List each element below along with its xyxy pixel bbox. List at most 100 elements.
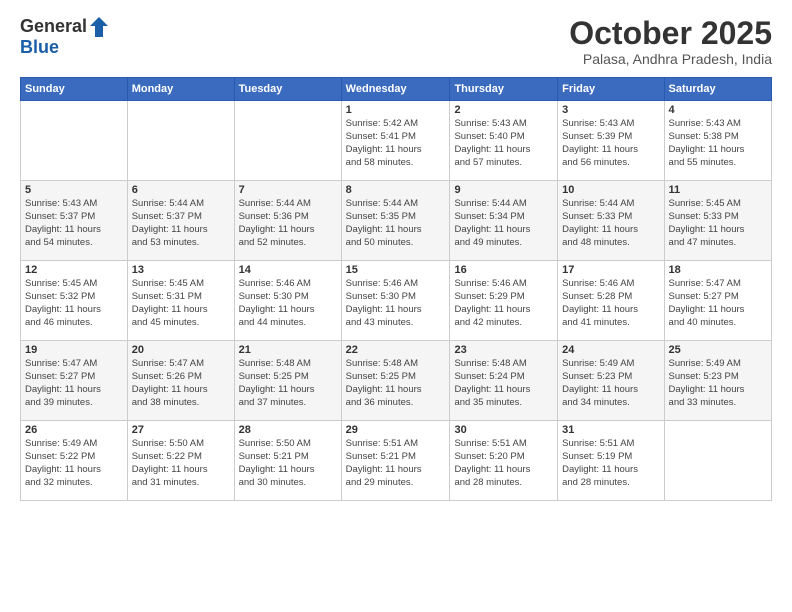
table-row: 19 Sunrise: 5:47 AM Sunset: 5:27 PM Dayli… xyxy=(21,341,128,421)
table-row xyxy=(664,421,771,501)
day-info: Sunrise: 5:46 AM Sunset: 5:30 PM Dayligh… xyxy=(346,278,446,329)
day-number: 24 xyxy=(562,344,659,356)
table-row xyxy=(21,101,128,181)
table-row: 28 Sunrise: 5:50 AM Sunset: 5:21 PM Dayli… xyxy=(234,421,341,501)
day-info: Sunrise: 5:43 AM Sunset: 5:40 PM Dayligh… xyxy=(454,118,553,169)
day-info: Sunrise: 5:44 AM Sunset: 5:36 PM Dayligh… xyxy=(239,198,337,249)
day-number: 8 xyxy=(346,184,446,196)
day-info: Sunrise: 5:51 AM Sunset: 5:21 PM Dayligh… xyxy=(346,438,446,489)
calendar-week-4: 19 Sunrise: 5:47 AM Sunset: 5:27 PM Dayli… xyxy=(21,341,772,421)
table-row: 23Sunrise: 5:48 AM Sunset: 5:24 PM Dayli… xyxy=(450,341,558,421)
day-number: 27 xyxy=(132,424,230,436)
th-saturday: Saturday xyxy=(664,78,771,101)
day-number: 1 xyxy=(346,104,446,116)
table-row xyxy=(234,101,341,181)
day-number: 18 xyxy=(669,264,767,276)
logo: General Blue xyxy=(20,16,109,58)
day-number: 4 xyxy=(669,104,767,116)
day-info: Sunrise: 5:48 AM Sunset: 5:25 PM Dayligh… xyxy=(239,358,337,409)
table-row: 6 Sunrise: 5:44 AM Sunset: 5:37 PM Daylig… xyxy=(127,181,234,261)
table-row: 2 Sunrise: 5:43 AM Sunset: 5:40 PM Daylig… xyxy=(450,101,558,181)
day-number: 23 xyxy=(454,344,553,356)
day-info: Sunrise: 5:44 AM Sunset: 5:35 PM Dayligh… xyxy=(346,198,446,249)
table-row: 10 Sunrise: 5:44 AM Sunset: 5:33 PM Dayli… xyxy=(558,181,664,261)
th-thursday: Thursday xyxy=(450,78,558,101)
logo-blue: Blue xyxy=(20,37,59,57)
table-row: 11 Sunrise: 5:45 AM Sunset: 5:33 PM Dayli… xyxy=(664,181,771,261)
calendar-week-2: 5Sunrise: 5:43 AM Sunset: 5:37 PM Daylig… xyxy=(21,181,772,261)
day-number: 31 xyxy=(562,424,659,436)
day-info: Sunrise: 5:46 AM Sunset: 5:28 PM Dayligh… xyxy=(562,278,659,329)
day-info: Sunrise: 5:44 AM Sunset: 5:33 PM Dayligh… xyxy=(562,198,659,249)
day-info: Sunrise: 5:47 AM Sunset: 5:27 PM Dayligh… xyxy=(25,358,123,409)
day-number: 22 xyxy=(346,344,446,356)
day-number: 12 xyxy=(25,264,123,276)
table-row: 4Sunrise: 5:43 AM Sunset: 5:38 PM Daylig… xyxy=(664,101,771,181)
calendar-week-5: 26 Sunrise: 5:49 AM Sunset: 5:22 PM Dayli… xyxy=(21,421,772,501)
day-info: Sunrise: 5:47 AM Sunset: 5:26 PM Dayligh… xyxy=(132,358,230,409)
day-number: 14 xyxy=(239,264,337,276)
day-info: Sunrise: 5:45 AM Sunset: 5:31 PM Dayligh… xyxy=(132,278,230,329)
table-row: 18Sunrise: 5:47 AM Sunset: 5:27 PM Dayli… xyxy=(664,261,771,341)
calendar-header-row: Sunday Monday Tuesday Wednesday Thursday… xyxy=(21,78,772,101)
day-number: 16 xyxy=(454,264,553,276)
table-row: 22 Sunrise: 5:48 AM Sunset: 5:25 PM Dayli… xyxy=(341,341,450,421)
th-monday: Monday xyxy=(127,78,234,101)
day-info: Sunrise: 5:46 AM Sunset: 5:30 PM Dayligh… xyxy=(239,278,337,329)
day-info: Sunrise: 5:44 AM Sunset: 5:37 PM Dayligh… xyxy=(132,198,230,249)
day-info: Sunrise: 5:45 AM Sunset: 5:33 PM Dayligh… xyxy=(669,198,767,249)
table-row: 12Sunrise: 5:45 AM Sunset: 5:32 PM Dayli… xyxy=(21,261,128,341)
location: Palasa, Andhra Pradesh, India xyxy=(569,51,772,67)
day-info: Sunrise: 5:44 AM Sunset: 5:34 PM Dayligh… xyxy=(454,198,553,249)
day-number: 9 xyxy=(454,184,553,196)
table-row: 29Sunrise: 5:51 AM Sunset: 5:21 PM Dayli… xyxy=(341,421,450,501)
table-row: 27 Sunrise: 5:50 AM Sunset: 5:22 PM Dayli… xyxy=(127,421,234,501)
calendar-week-3: 12Sunrise: 5:45 AM Sunset: 5:32 PM Dayli… xyxy=(21,261,772,341)
table-row: 30 Sunrise: 5:51 AM Sunset: 5:20 PM Dayli… xyxy=(450,421,558,501)
day-number: 11 xyxy=(669,184,767,196)
day-info: Sunrise: 5:43 AM Sunset: 5:39 PM Dayligh… xyxy=(562,118,659,169)
table-row: 25 Sunrise: 5:49 AM Sunset: 5:23 PM Dayli… xyxy=(664,341,771,421)
day-info: Sunrise: 5:49 AM Sunset: 5:23 PM Dayligh… xyxy=(562,358,659,409)
logo-general: General xyxy=(20,17,87,37)
th-friday: Friday xyxy=(558,78,664,101)
day-info: Sunrise: 5:46 AM Sunset: 5:29 PM Dayligh… xyxy=(454,278,553,329)
day-info: Sunrise: 5:49 AM Sunset: 5:23 PM Dayligh… xyxy=(669,358,767,409)
table-row: 26 Sunrise: 5:49 AM Sunset: 5:22 PM Dayli… xyxy=(21,421,128,501)
day-number: 6 xyxy=(132,184,230,196)
day-info: Sunrise: 5:49 AM Sunset: 5:22 PM Dayligh… xyxy=(25,438,123,489)
title-block: October 2025 Palasa, Andhra Pradesh, Ind… xyxy=(569,16,772,67)
day-number: 10 xyxy=(562,184,659,196)
day-number: 26 xyxy=(25,424,123,436)
th-wednesday: Wednesday xyxy=(341,78,450,101)
day-info: Sunrise: 5:50 AM Sunset: 5:22 PM Dayligh… xyxy=(132,438,230,489)
table-row: 14 Sunrise: 5:46 AM Sunset: 5:30 PM Dayli… xyxy=(234,261,341,341)
day-number: 25 xyxy=(669,344,767,356)
day-number: 17 xyxy=(562,264,659,276)
day-number: 20 xyxy=(132,344,230,356)
table-row xyxy=(127,101,234,181)
table-row: 24 Sunrise: 5:49 AM Sunset: 5:23 PM Dayli… xyxy=(558,341,664,421)
day-number: 13 xyxy=(132,264,230,276)
table-row: 13 Sunrise: 5:45 AM Sunset: 5:31 PM Dayli… xyxy=(127,261,234,341)
day-info: Sunrise: 5:48 AM Sunset: 5:25 PM Dayligh… xyxy=(346,358,446,409)
day-number: 7 xyxy=(239,184,337,196)
table-row: 21 Sunrise: 5:48 AM Sunset: 5:25 PM Dayli… xyxy=(234,341,341,421)
table-row: 17 Sunrise: 5:46 AM Sunset: 5:28 PM Dayli… xyxy=(558,261,664,341)
day-number: 15 xyxy=(346,264,446,276)
table-row: 8 Sunrise: 5:44 AM Sunset: 5:35 PM Daylig… xyxy=(341,181,450,261)
day-number: 28 xyxy=(239,424,337,436)
day-info: Sunrise: 5:50 AM Sunset: 5:21 PM Dayligh… xyxy=(239,438,337,489)
table-row: 7 Sunrise: 5:44 AM Sunset: 5:36 PM Daylig… xyxy=(234,181,341,261)
day-info: Sunrise: 5:51 AM Sunset: 5:20 PM Dayligh… xyxy=(454,438,553,489)
day-number: 21 xyxy=(239,344,337,356)
calendar-table: Sunday Monday Tuesday Wednesday Thursday… xyxy=(20,77,772,501)
day-info: Sunrise: 5:42 AM Sunset: 5:41 PM Dayligh… xyxy=(346,118,446,169)
month-title: October 2025 xyxy=(569,16,772,51)
day-number: 19 xyxy=(25,344,123,356)
day-info: Sunrise: 5:43 AM Sunset: 5:37 PM Dayligh… xyxy=(25,198,123,249)
day-info: Sunrise: 5:51 AM Sunset: 5:19 PM Dayligh… xyxy=(562,438,659,489)
th-sunday: Sunday xyxy=(21,78,128,101)
day-number: 30 xyxy=(454,424,553,436)
day-number: 2 xyxy=(454,104,553,116)
